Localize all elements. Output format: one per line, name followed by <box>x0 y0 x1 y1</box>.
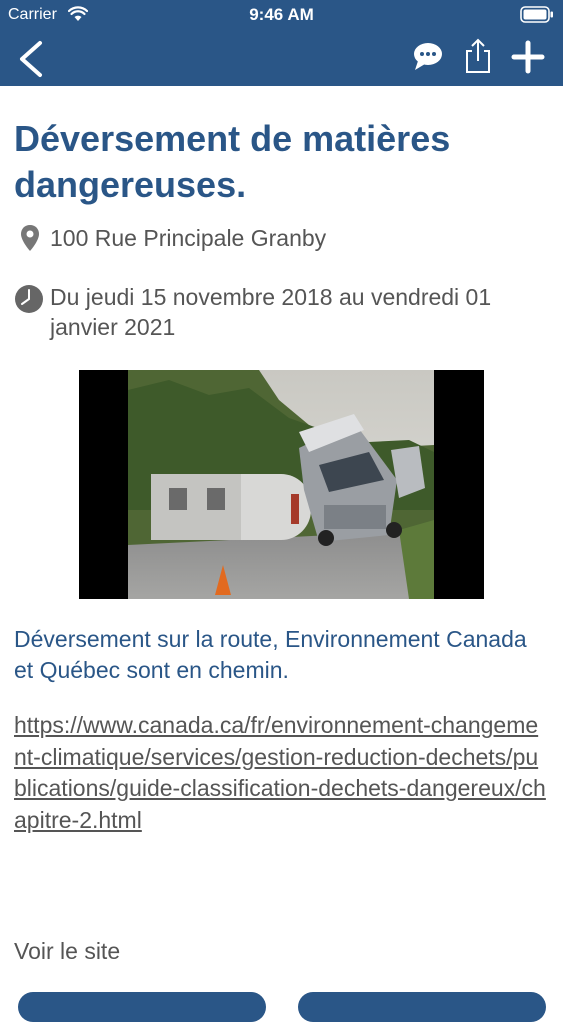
battery-icon <box>520 6 553 23</box>
external-link[interactable]: https://www.canada.ca/fr/environnement-c… <box>14 710 549 836</box>
clock-icon <box>15 285 43 313</box>
visit-site-link[interactable]: Voir le site <box>14 938 120 965</box>
address-row: 100 Rue Principale Granby <box>14 222 549 256</box>
event-description: Déversement sur la route, Environnement … <box>14 626 527 683</box>
page-title: Déversement de matières dangereuses. <box>14 118 451 205</box>
map-pin-icon <box>21 225 39 251</box>
app-header: Carrier 9:46 AM <box>0 0 563 86</box>
date-row: Du jeudi 15 novembre 2018 au vendredi 01… <box>14 282 549 346</box>
truck-accident-image <box>79 370 484 599</box>
share-button[interactable] <box>463 38 493 74</box>
bottom-action-button-right[interactable] <box>298 992 546 1022</box>
back-button[interactable] <box>14 40 48 78</box>
event-date: Du jeudi 15 novembre 2018 au vendredi 01… <box>50 284 492 340</box>
bottom-action-button-left[interactable] <box>18 992 266 1022</box>
event-photo <box>79 370 484 599</box>
status-time: 9:46 AM <box>249 5 314 24</box>
chat-button[interactable] <box>411 40 445 72</box>
add-button[interactable] <box>511 40 545 74</box>
event-address: 100 Rue Principale Granby <box>50 225 327 251</box>
status-bar: Carrier 9:46 AM <box>0 0 563 30</box>
nav-bar <box>0 30 563 86</box>
